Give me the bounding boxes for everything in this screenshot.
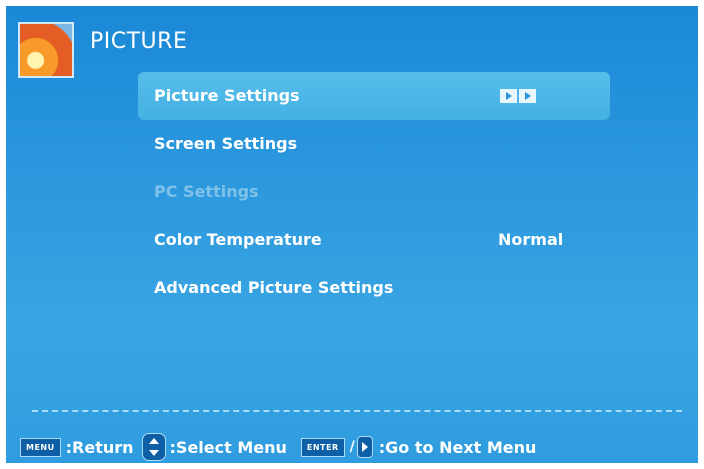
menu-item-label: Picture Settings [154,86,300,105]
double-right-arrow-icon [500,89,538,103]
return-hint: :Return [65,437,134,457]
menu-item-advanced-picture-settings[interactable]: Advanced Picture Settings [138,264,610,312]
slash-separator: / [349,439,355,455]
tv-osd-screen: PICTURE Picture Settings Screen Settings… [6,6,698,463]
select-menu-hint: :Select Menu [169,437,287,457]
page-title: PICTURE [90,29,188,54]
right-key-icon [356,436,373,458]
key-hints-bar: MENU :Return :Select Menu ENTER / :Go to… [20,433,696,461]
enter-key-icon: ENTER [300,437,345,457]
up-down-key-icon [141,433,166,461]
right-arrow-icon [500,89,517,103]
right-arrow-icon [519,89,536,103]
menu-item-screen-settings[interactable]: Screen Settings [138,120,610,168]
next-menu-hint: :Go to Next Menu [378,437,537,457]
footer-divider [32,410,682,412]
menu-key-icon: MENU [20,437,61,457]
menu-item-label: Advanced Picture Settings [154,278,394,297]
menu-item-label: Color Temperature [154,230,322,249]
menu-item-pc-settings: PC Settings [138,168,610,216]
menu-item-color-temperature[interactable]: Color Temperature Normal [138,216,610,264]
picture-menu: Picture Settings Screen Settings PC Sett… [138,72,610,312]
menu-item-picture-settings[interactable]: Picture Settings [138,72,610,120]
menu-item-label: PC Settings [154,182,259,201]
menu-item-label: Screen Settings [154,134,298,153]
picture-flower-icon [18,22,74,78]
color-temperature-value: Normal [498,230,564,249]
